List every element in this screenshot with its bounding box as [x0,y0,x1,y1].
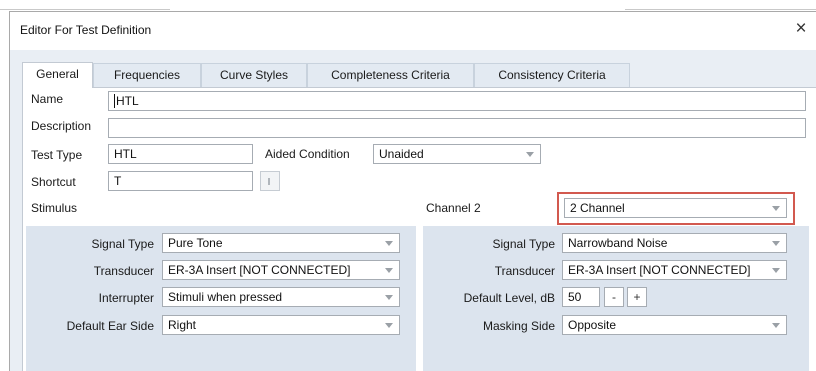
shortcut-record-button[interactable] [260,171,280,191]
background-divider [0,9,170,10]
chevron-down-icon [772,268,780,273]
aided-condition-select[interactable]: Unaided [373,144,541,164]
interrupter-label: Interrupter [98,291,154,305]
tab-general[interactable]: General [22,62,93,88]
text-cursor [114,94,115,108]
test-type-input[interactable]: HTL [108,144,253,164]
increment-level-button[interactable]: + [627,287,647,307]
interrupter-select[interactable]: Stimuli when pressed [162,287,400,307]
chevron-down-icon [385,268,393,273]
masking-side-label: Masking Side [482,319,555,333]
transducer-select[interactable]: ER-3A Insert [NOT CONNECTED] [162,260,400,280]
test-definition-editor-dialog: Editor For Test Definition × General Fre… [9,11,816,371]
pause-icon [268,178,270,185]
channel2-section-label: Channel 2 [426,201,481,215]
signal-type-select[interactable]: Pure Tone [162,233,400,253]
title-bar: Editor For Test Definition × [10,12,816,50]
transducer-value: ER-3A Insert [NOT CONNECTED] [168,263,351,277]
name-label: Name [31,92,64,106]
test-type-label: Test Type [31,148,83,162]
name-input[interactable]: HTL [108,91,806,111]
aided-condition-value: Unaided [379,147,424,161]
interrupter-value: Stimuli when pressed [168,290,283,304]
background-divider [625,9,816,10]
close-icon[interactable]: × [790,19,812,41]
description-label: Description [31,119,92,133]
ch2-transducer-select[interactable]: ER-3A Insert [NOT CONNECTED] [562,260,787,280]
stimulus-section-label: Stimulus [31,201,78,215]
description-input[interactable] [108,118,806,138]
tab-consistency-criteria[interactable]: Consistency Criteria [474,63,630,87]
window-title: Editor For Test Definition [20,23,152,37]
name-input-value: HTL [116,94,139,108]
aided-condition-label: Aided Condition [265,147,350,161]
ch2-transducer-value: ER-3A Insert [NOT CONNECTED] [568,263,751,277]
chevron-down-icon [526,152,534,157]
tab-frequencies[interactable]: Frequencies [93,63,201,87]
ch2-signal-type-value: Narrowband Noise [568,236,668,250]
signal-type-value: Pure Tone [168,236,223,250]
shortcut-label: Shortcut [31,175,76,189]
chevron-down-icon [772,323,780,328]
ch2-transducer-label: Transducer [494,264,555,278]
dialog-body: General Frequencies Curve Styles Complet… [10,50,816,371]
default-ear-side-select[interactable]: Right [162,315,400,335]
tab-curve-styles[interactable]: Curve Styles [201,63,307,87]
masking-side-value: Opposite [568,318,617,332]
chevron-down-icon [385,323,393,328]
default-level-input[interactable]: 50 [562,287,600,307]
ch2-signal-type-select[interactable]: Narrowband Noise [562,233,787,253]
tab-completeness-criteria[interactable]: Completeness Criteria [307,63,474,87]
highlight-box [557,192,795,225]
chevron-down-icon [385,241,393,246]
transducer-label: Transducer [93,264,154,278]
default-level-label: Default Level, dB [463,291,555,305]
default-ear-side-label: Default Ear Side [66,319,154,333]
default-ear-side-value: Right [168,318,197,332]
general-tab-panel: Name HTL Description Test Type HTL Aided… [22,87,816,371]
chevron-down-icon [772,241,780,246]
masking-side-select[interactable]: Opposite [562,315,787,335]
decrement-level-button[interactable]: - [604,287,624,307]
shortcut-input[interactable]: T [108,171,253,191]
chevron-down-icon [385,295,393,300]
signal-type-label: Signal Type [91,237,155,251]
ch2-signal-type-label: Signal Type [492,237,556,251]
